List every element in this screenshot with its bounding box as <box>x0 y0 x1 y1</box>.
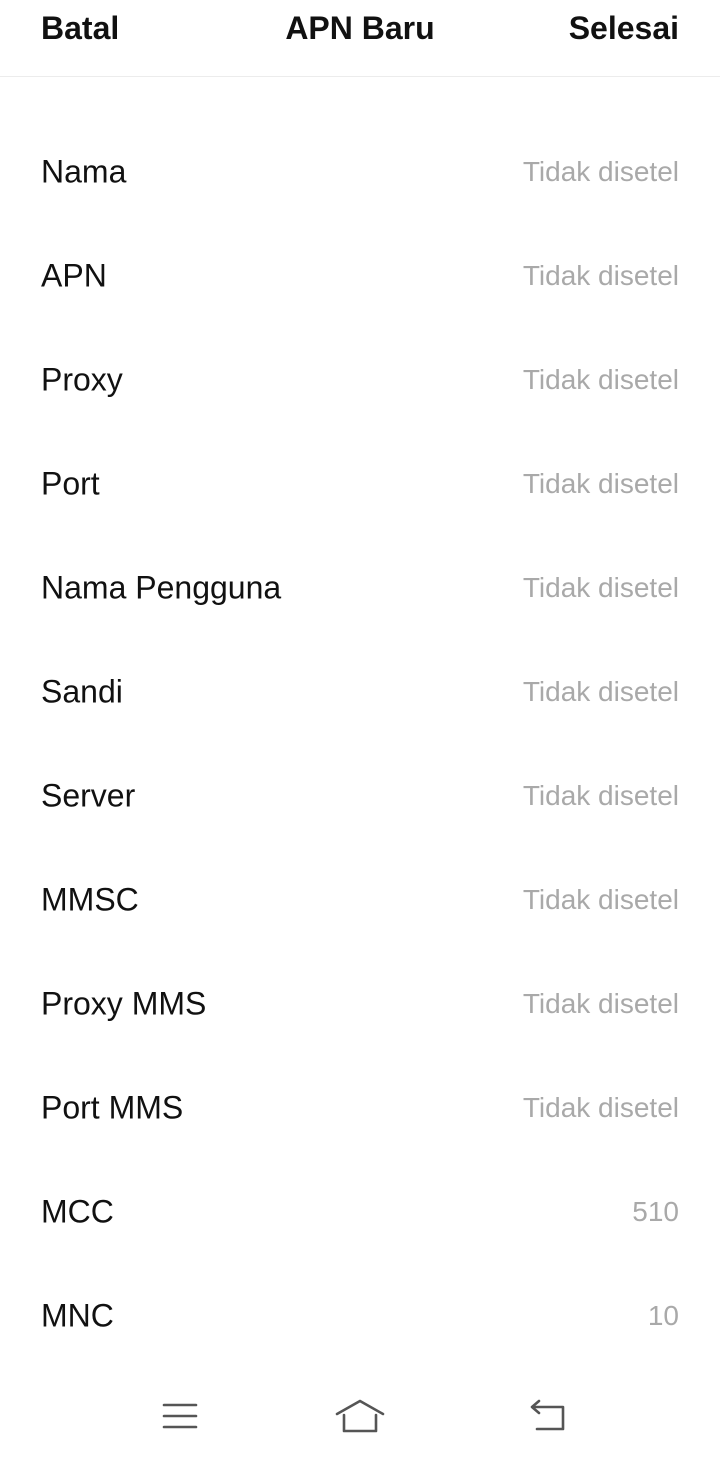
field-row-server[interactable]: Server Tidak disetel <box>0 744 720 848</box>
apn-field-list: Nama Tidak disetel APN Tidak disetel Pro… <box>0 120 720 1368</box>
field-row-username[interactable]: Nama Pengguna Tidak disetel <box>0 536 720 640</box>
field-label: Nama <box>41 153 127 190</box>
field-value: Tidak disetel <box>522 156 679 187</box>
field-row-password[interactable]: Sandi Tidak disetel <box>0 640 720 744</box>
field-row-port[interactable]: Port Tidak disetel <box>0 432 720 536</box>
home-button[interactable] <box>328 1388 392 1444</box>
field-value: Tidak disetel <box>522 884 679 915</box>
field-label: Port MMS <box>41 1089 184 1126</box>
field-label: MCC <box>41 1193 114 1230</box>
home-icon <box>335 1399 385 1433</box>
field-value: Tidak disetel <box>522 468 679 499</box>
field-row-proxy[interactable]: Proxy Tidak disetel <box>0 328 720 432</box>
field-value: Tidak disetel <box>522 364 679 395</box>
field-value: Tidak disetel <box>522 572 679 603</box>
field-value: Tidak disetel <box>522 676 679 707</box>
field-row-mms-port[interactable]: Port MMS Tidak disetel <box>0 1056 720 1160</box>
back-icon <box>530 1399 565 1431</box>
field-value: Tidak disetel <box>522 988 679 1019</box>
recent-apps-button[interactable] <box>148 1388 212 1444</box>
field-value: Tidak disetel <box>522 780 679 811</box>
field-value: Tidak disetel <box>522 260 679 291</box>
field-label: Proxy <box>41 361 123 398</box>
field-value: 10 <box>647 1300 679 1331</box>
field-row-name[interactable]: Nama Tidak disetel <box>0 120 720 224</box>
back-button[interactable] <box>517 1388 581 1444</box>
field-row-apn[interactable]: APN Tidak disetel <box>0 224 720 328</box>
top-bar: Batal APN Baru Selesai <box>0 0 720 77</box>
field-label: Sandi <box>41 673 123 710</box>
field-label: Server <box>41 777 136 814</box>
field-label: Port <box>41 465 100 502</box>
field-value: Tidak disetel <box>522 1092 679 1123</box>
menu-icon <box>162 1403 198 1429</box>
field-label: APN <box>41 257 107 294</box>
field-label: Nama Pengguna <box>41 569 282 606</box>
system-navigation-bar <box>0 1372 720 1468</box>
field-label: Proxy MMS <box>41 985 207 1022</box>
field-row-mcc[interactable]: MCC 510 <box>0 1160 720 1264</box>
field-value: 510 <box>632 1196 679 1227</box>
apn-edit-screen: Batal APN Baru Selesai Nama Tidak disete… <box>0 0 720 1468</box>
field-row-mmsc[interactable]: MMSC Tidak disetel <box>0 848 720 952</box>
field-row-mms-proxy[interactable]: Proxy MMS Tidak disetel <box>0 952 720 1056</box>
field-label: MMSC <box>41 881 139 918</box>
done-button[interactable]: Selesai <box>569 10 679 47</box>
field-row-mnc[interactable]: MNC 10 <box>0 1264 720 1368</box>
field-label: MNC <box>41 1297 114 1334</box>
